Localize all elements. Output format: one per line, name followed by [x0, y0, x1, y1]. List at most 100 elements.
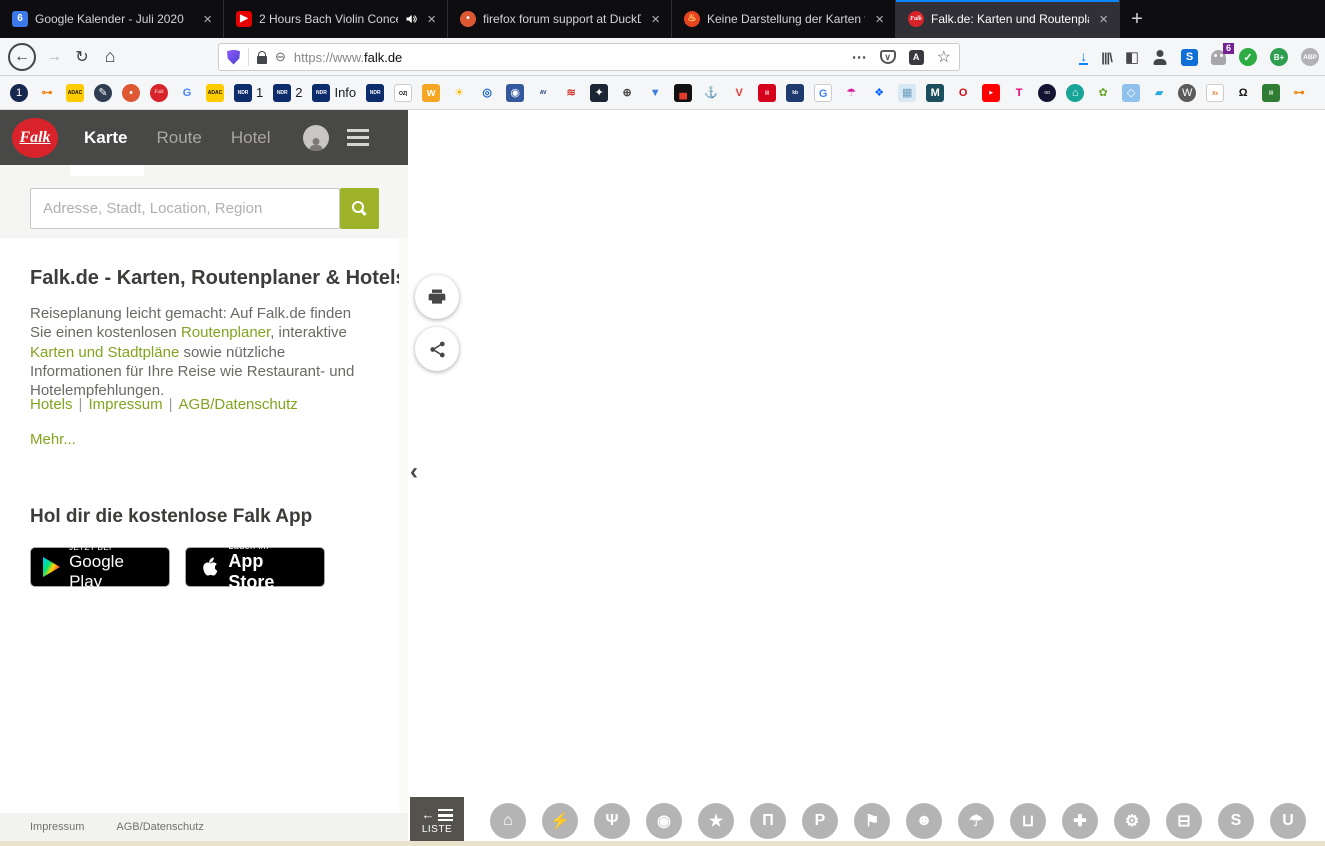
bookmark-medium-m[interactable]: M	[926, 83, 945, 102]
translate-icon[interactable]: A	[908, 49, 924, 65]
sidebar-scrollbar[interactable]	[399, 238, 408, 813]
poi-sights-button[interactable]: ◉	[646, 803, 682, 839]
poi-restaurants-button[interactable]: Ψ	[594, 803, 630, 839]
poi-ubahn-button[interactable]: U	[1270, 803, 1306, 839]
tab-close-button[interactable]: ×	[872, 11, 887, 28]
poi-leisure-button[interactable]: ☂	[958, 803, 994, 839]
print-button[interactable]	[415, 275, 459, 319]
menu-icon[interactable]	[346, 129, 369, 146]
bookmark-vivaldi[interactable]: V	[730, 84, 748, 102]
home-button[interactable]: ⌂	[96, 43, 124, 71]
account-icon[interactable]	[1152, 50, 1168, 65]
bookmark-bayern-raute[interactable]: ◇	[1122, 83, 1141, 102]
bookmark-youtube[interactable]: ▶	[982, 83, 1001, 102]
b-plus-extension-icon[interactable]: B+	[1270, 48, 1288, 66]
link-impressum[interactable]: Impressum	[88, 396, 162, 413]
url-bar[interactable]: ⊖ https://www.falk.de ⋯ ∨ A ☆	[218, 43, 960, 71]
poi-charging-stations-button[interactable]: ⚑	[854, 803, 890, 839]
tab-audio-icon[interactable]	[405, 13, 417, 25]
sidebar-collapse-chevron[interactable]: ‹	[410, 458, 418, 486]
bookmark-duckduckgo[interactable]: •	[122, 83, 140, 102]
falk-nav-hotel[interactable]: Hotel	[231, 128, 271, 148]
map-area[interactable]: ‹ ⌂⚡Ψ◉★ΠP⚑☻☂⊔✚⚙⊟SU ← LISTE Steganos Pa R…	[408, 110, 1325, 846]
footer-link-impressum[interactable]: Impressum	[30, 821, 84, 833]
falk-nav-karte[interactable]: Karte	[84, 128, 127, 148]
library-icon[interactable]: |||\	[1101, 50, 1112, 65]
bookmark-star-icon[interactable]: ☆	[937, 47, 951, 67]
bookmark-av[interactable]: AV	[534, 84, 552, 102]
bookmark-oz[interactable]: OZ|	[394, 83, 413, 102]
bookmark-blue-flag[interactable]: ▰	[1150, 84, 1168, 102]
url-text[interactable]: https://www.falk.de	[294, 50, 402, 65]
bookmark-m-flag[interactable]: ▼	[646, 84, 664, 102]
browser-tab-camp-firefox[interactable]: ♨ Keine Darstellung der Karten vo ×	[672, 0, 896, 38]
browser-tab-duckduckgo[interactable]: • firefox forum support at DuckD ×	[448, 0, 672, 38]
bookmark-map-tile[interactable]: ▦	[898, 83, 917, 102]
tab-close-button[interactable]: ×	[1096, 11, 1111, 28]
bookmark-spiral[interactable]: ◉	[506, 83, 525, 102]
downloads-icon[interactable]: ↓	[1079, 49, 1089, 65]
link-agb-datenschutz[interactable]: AGB/Datenschutz	[179, 396, 298, 413]
bookmark-red-card[interactable]: ▤	[758, 83, 777, 102]
browser-tab-falk[interactable]: Falk Falk.de: Karten und Routenplan ×	[896, 0, 1120, 38]
bookmark-ndr-2[interactable]: NDR 2	[273, 83, 302, 102]
bookmark-auto-dark[interactable]: ▄	[674, 83, 693, 102]
link-hotels[interactable]: Hotels	[30, 396, 73, 413]
bookmark-falk[interactable]: Falk	[150, 83, 168, 102]
search-button[interactable]	[340, 188, 379, 229]
app-store-badge[interactable]: Laden im App Store	[185, 541, 325, 592]
tab-close-button[interactable]: ×	[648, 11, 663, 28]
check-extension-icon[interactable]: ✓	[1239, 48, 1257, 66]
footer-link-agb-datenschutz[interactable]: AGB/Datenschutz	[116, 821, 203, 833]
bookmark-adac[interactable]: ADAC	[66, 83, 84, 102]
bookmark-adac-2[interactable]: ADAC	[206, 83, 224, 102]
more-link[interactable]: Mehr...	[30, 431, 76, 448]
browser-tab-google-calendar[interactable]: 6 Google Kalender - Juli 2020 ×	[0, 0, 224, 38]
bookmark-wetter-w[interactable]: w	[422, 83, 441, 102]
poi-theater-button[interactable]: ☻	[906, 803, 942, 839]
poi-sbahn-button[interactable]: S	[1218, 803, 1254, 839]
search-input[interactable]	[30, 188, 340, 229]
bookmark-compass[interactable]: ◎	[478, 84, 496, 102]
bookmark-ndr[interactable]: NDR	[366, 83, 385, 102]
poi-hotels-button[interactable]: ⌂	[490, 803, 526, 839]
permissions-icon[interactable]: ⊖	[275, 49, 286, 65]
bookmark-dropbox[interactable]: ❖	[870, 84, 888, 102]
bookmark-opera[interactable]: O	[954, 84, 972, 102]
back-button[interactable]: ←	[8, 42, 36, 71]
google-play-badge[interactable]: JETZT BEI Google Play	[30, 543, 170, 591]
bookmark-tools-dark[interactable]: ✎	[94, 83, 112, 102]
bookmark-mask-eyes[interactable]: oo	[1038, 83, 1057, 102]
poi-shopping-button[interactable]: ⊔	[1010, 803, 1046, 839]
falk-nav-route[interactable]: Route	[156, 128, 201, 148]
poi-favorites-button[interactable]: ★	[698, 803, 734, 839]
https-lock-icon[interactable]	[257, 50, 267, 64]
browser-tab-youtube[interactable]: ▶ 2 Hours Bach Violin Concert ×	[224, 0, 448, 38]
adblock-plus-icon[interactable]: ABP	[1301, 48, 1319, 66]
liste-button[interactable]: ← LISTE	[410, 797, 464, 846]
poi-museums-button[interactable]: Π	[750, 803, 786, 839]
sidebar-toggle-icon[interactable]: ◧	[1125, 48, 1139, 66]
forward-button[interactable]: →	[40, 43, 68, 71]
bookmark-google[interactable]: G	[178, 84, 196, 102]
profile-icon[interactable]	[302, 124, 329, 151]
bookmark-key-orange[interactable]: ⊶	[38, 84, 56, 102]
bookmark-sun[interactable]: ☀	[450, 84, 468, 102]
page-actions-icon[interactable]: ⋯	[852, 48, 867, 66]
share-button[interactable]	[415, 327, 459, 371]
tab-close-button[interactable]: ×	[424, 11, 439, 28]
bookmark-omega-person[interactable]: Ω	[1234, 84, 1252, 102]
poi-hospitals-button[interactable]: ✚	[1062, 803, 1098, 839]
poi-car-services-button[interactable]: ⚙	[1114, 803, 1150, 839]
ghostery-extension-icon[interactable]: 6	[1211, 42, 1234, 65]
bookmark-globe[interactable]: ⊕	[618, 84, 636, 102]
bookmark-g-translate[interactable]: G	[814, 83, 833, 102]
poi-parking-button[interactable]: P	[802, 803, 838, 839]
reload-button[interactable]: ↻	[68, 43, 96, 71]
bookmark-wordpress[interactable]: W	[1178, 83, 1197, 102]
tracking-protection-shield-icon[interactable]	[227, 49, 240, 65]
inline-link[interactable]: Karten und Stadtpläne	[30, 344, 179, 361]
bookmark-walker-dark[interactable]: ✦	[590, 83, 609, 102]
s-extension-icon[interactable]: S	[1181, 48, 1198, 66]
bookmark-umbrella[interactable]: ☂	[842, 84, 860, 102]
